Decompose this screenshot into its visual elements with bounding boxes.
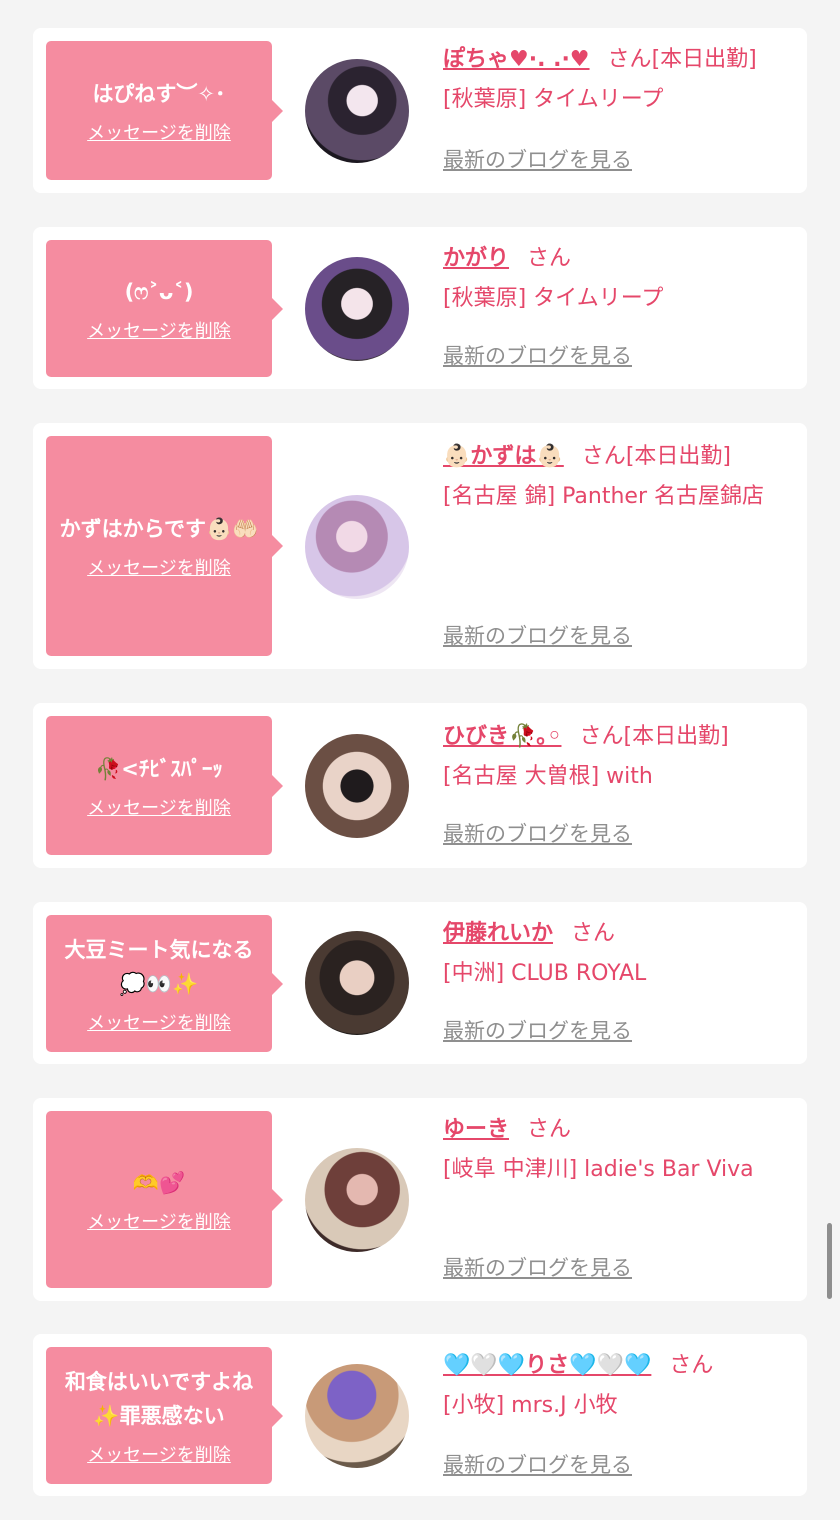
profile-info: かがり さん [秋葉原] タイムリープ <box>443 239 795 319</box>
latest-blog-link[interactable]: 最新のブログを見る <box>443 1450 632 1480</box>
message-text: 🥀<ﾁﾋﾞｽﾊﾟｰｯ <box>95 756 223 781</box>
delete-message-link[interactable]: メッセージを削除 <box>87 119 231 145</box>
shop-name: [岐阜 中津川] ladie's Bar Viva <box>443 1157 754 1182</box>
profile-name-link[interactable]: 伊藤れいか <box>443 921 553 946</box>
message-bubble: かずはからです👶🏻🤲🏻 メッセージを削除 <box>46 436 283 656</box>
latest-blog-link[interactable]: 最新のブログを見る <box>443 145 632 175</box>
work-status: [本日出勤] <box>625 444 731 469</box>
message-bubble: 大豆ミート気になる💭👀✨ メッセージを削除 <box>46 915 283 1052</box>
delete-message-link[interactable]: メッセージを削除 <box>87 317 231 343</box>
work-status: [本日出勤] <box>623 724 729 749</box>
message-text: かずはからです👶🏻🤲🏻 <box>59 517 259 541</box>
message-text: 🫶💕 <box>132 1170 186 1195</box>
latest-blog-link[interactable]: 最新のブログを見る <box>443 1253 632 1283</box>
honorific: さん <box>527 1117 572 1142</box>
message-bubble: 🥀<ﾁﾋﾞｽﾊﾟｰｯ メッセージを削除 <box>46 716 283 855</box>
profile-info: 👶🏻かずは👶🏻 さん[本日出勤] [名古屋 錦] Panther 名古屋錦店 <box>443 437 795 517</box>
profile-name-link[interactable]: ひびき🥀｡◦ <box>443 724 561 749</box>
message-text: (ෆ˃ᴗ˂) <box>124 279 194 304</box>
latest-blog-link[interactable]: 最新のブログを見る <box>443 819 632 849</box>
honorific: さん <box>579 724 624 749</box>
delete-message-link[interactable]: メッセージを削除 <box>87 1009 231 1035</box>
honorific: さん <box>607 47 652 72</box>
latest-blog-link[interactable]: 最新のブログを見る <box>443 1016 632 1046</box>
shop-name: [秋葉原] タイムリープ <box>443 87 664 112</box>
message-card: (ෆ˃ᴗ˂) メッセージを削除 かがり さん [秋葉原] タイムリープ 最新のブロ… <box>33 227 807 389</box>
message-text: 大豆ミート気になる💭👀✨ <box>64 937 254 996</box>
message-card: 和食はいいですよね✨罪悪感ない メッセージを削除 🩵🤍🩵りさ🩵🤍🩵 さん [小牧]… <box>33 1334 807 1496</box>
profile-name-link[interactable]: 🩵🤍🩵りさ🩵🤍🩵 <box>443 1353 651 1378</box>
avatar[interactable] <box>305 59 409 163</box>
avatar[interactable] <box>305 257 409 361</box>
shop-name: [小牧] mrs.J 小牧 <box>443 1393 618 1418</box>
message-bubble: 和食はいいですよね✨罪悪感ない メッセージを削除 <box>46 1347 283 1484</box>
delete-message-link[interactable]: メッセージを削除 <box>87 1208 231 1234</box>
shop-name: [名古屋 大曽根] with <box>443 764 653 789</box>
scrollbar[interactable] <box>827 1223 832 1299</box>
profile-name-link[interactable]: かがり <box>443 246 509 271</box>
message-bubble: はぴねす︶✧･ メッセージを削除 <box>46 41 283 180</box>
shop-name: [名古屋 錦] Panther 名古屋錦店 <box>443 484 764 509</box>
message-bubble: (ෆ˃ᴗ˂) メッセージを削除 <box>46 240 283 377</box>
message-card: 🥀<ﾁﾋﾞｽﾊﾟｰｯ メッセージを削除 ひびき🥀｡◦ さん[本日出勤] [名古屋 … <box>33 703 807 868</box>
shop-name: [秋葉原] タイムリープ <box>443 286 664 311</box>
message-card: かずはからです👶🏻🤲🏻 メッセージを削除 👶🏻かずは👶🏻 さん[本日出勤] [名古… <box>33 423 807 669</box>
profile-name-link[interactable]: ぽちゃ♥︎·. .·♥︎ <box>443 47 590 72</box>
avatar[interactable] <box>305 734 409 838</box>
profile-info: 伊藤れいか さん [中洲] CLUB ROYAL <box>443 914 795 994</box>
delete-message-link[interactable]: メッセージを削除 <box>87 794 231 820</box>
message-text: 和食はいいですよね✨罪悪感ない <box>64 1369 254 1428</box>
delete-message-link[interactable]: メッセージを削除 <box>87 1441 231 1467</box>
message-card: 🫶💕 メッセージを削除 ゆーき さん [岐阜 中津川] ladie's Bar V… <box>33 1098 807 1301</box>
honorific: さん <box>571 921 616 946</box>
message-text: はぴねす︶✧･ <box>92 81 226 106</box>
avatar[interactable] <box>305 1364 409 1468</box>
profile-info: ゆーき さん [岐阜 中津川] ladie's Bar Viva <box>443 1110 795 1190</box>
profile-name-link[interactable]: 👶🏻かずは👶🏻 <box>443 444 564 469</box>
honorific: さん <box>669 1353 714 1378</box>
shop-name: [中洲] CLUB ROYAL <box>443 961 647 986</box>
work-status: [本日出勤] <box>651 47 757 72</box>
profile-info: 🩵🤍🩵りさ🩵🤍🩵 さん [小牧] mrs.J 小牧 <box>443 1346 795 1426</box>
avatar[interactable] <box>305 495 409 599</box>
profile-info: ぽちゃ♥︎·. .·♥︎ さん[本日出勤] [秋葉原] タイムリープ <box>443 40 795 120</box>
message-card: 大豆ミート気になる💭👀✨ メッセージを削除 伊藤れいか さん [中洲] CLUB … <box>33 902 807 1064</box>
avatar[interactable] <box>305 1148 409 1252</box>
honorific: さん <box>527 246 572 271</box>
delete-message-link[interactable]: メッセージを削除 <box>87 554 231 580</box>
message-bubble: 🫶💕 メッセージを削除 <box>46 1111 283 1288</box>
latest-blog-link[interactable]: 最新のブログを見る <box>443 621 632 651</box>
honorific: さん <box>581 444 626 469</box>
profile-name-link[interactable]: ゆーき <box>443 1117 509 1142</box>
latest-blog-link[interactable]: 最新のブログを見る <box>443 341 632 371</box>
avatar[interactable] <box>305 931 409 1035</box>
profile-info: ひびき🥀｡◦ さん[本日出勤] [名古屋 大曽根] with <box>443 717 795 797</box>
message-card: はぴねす︶✧･ メッセージを削除 ぽちゃ♥︎·. .·♥︎ さん[本日出勤] [秋… <box>33 28 807 193</box>
